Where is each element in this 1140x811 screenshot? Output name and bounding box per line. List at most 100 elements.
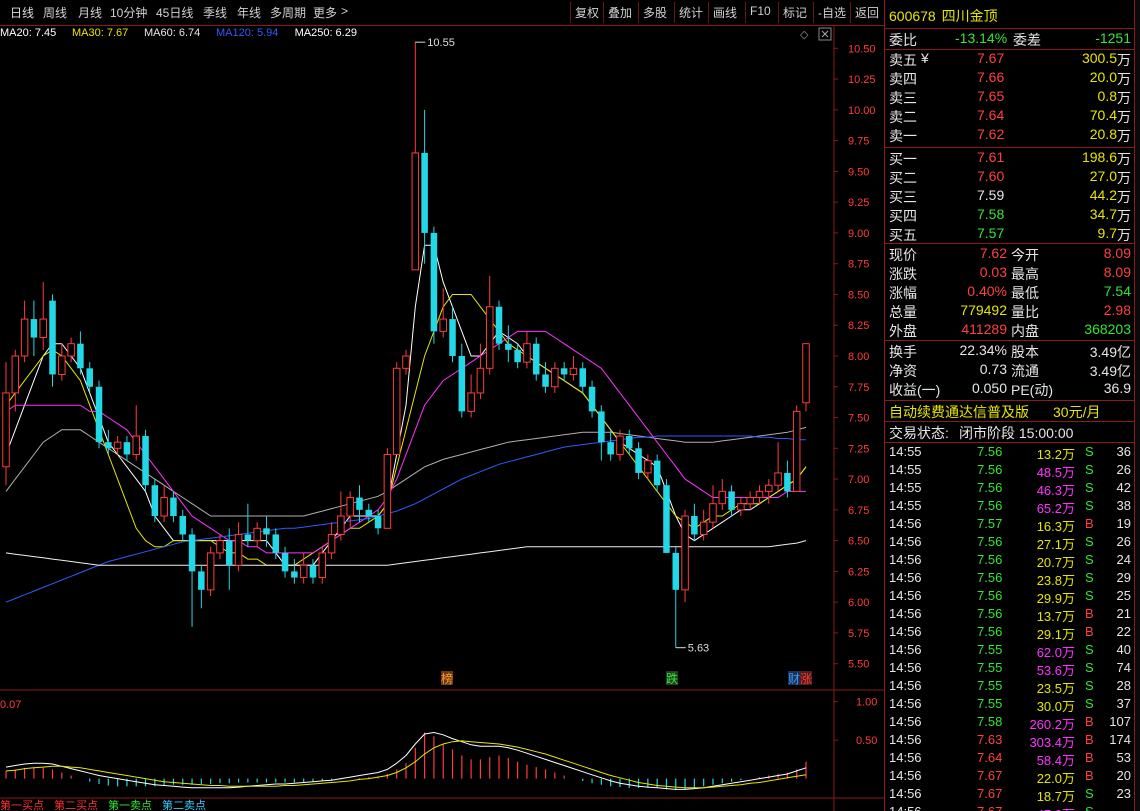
trade-time: 14:56 [889, 642, 922, 657]
period-tab-1[interactable]: 周线 [43, 4, 67, 21]
trade-price: 7.67 [977, 786, 1003, 801]
trade-time: 14:56 [889, 714, 922, 729]
toolbar-button-4[interactable]: 画线 [713, 4, 737, 21]
more-arrow-icon[interactable]: > [341, 4, 348, 18]
stat-row: 总量 779492 量比 2.98 [885, 302, 1134, 321]
trade-side: S [1085, 588, 1094, 603]
trade-time: 14:56 [889, 768, 922, 783]
toolbar-button-2[interactable]: 多股 [643, 4, 667, 21]
period-tab-2[interactable]: 月线 [78, 4, 102, 21]
candle-body [774, 472, 782, 486]
toolbar-button-1[interactable]: 叠加 [608, 4, 632, 21]
ask-volume: 300.5 [1081, 50, 1117, 66]
trade-side: S [1085, 678, 1094, 693]
ma-legend-item: MA20: 7.45 [0, 27, 56, 39]
trade-side: S [1085, 552, 1094, 567]
event-tag[interactable]: 跌 [666, 671, 678, 686]
ask-unit: 万 [1117, 71, 1131, 87]
candle-body [709, 503, 717, 523]
trade-time: 14:55 [889, 462, 922, 477]
indicator-tick-label: 0.50 [856, 735, 877, 747]
price-tick-label: 9.00 [848, 228, 869, 240]
period-tab-3[interactable]: 10分钟 [110, 4, 147, 21]
candle-body [132, 435, 140, 455]
trade-row: 14:56 7.67 22.0万 B 20 [885, 768, 1134, 786]
candle-body [449, 319, 456, 356]
trade-row: 14:56 7.56 13.7万 B 21 [885, 606, 1134, 624]
candle-body [467, 392, 475, 412]
bid-volume: 44.2 [1089, 187, 1117, 203]
toolbar-button-5[interactable]: F10 [750, 4, 771, 18]
toolbar-button-8[interactable]: 返回 [855, 4, 879, 21]
trade-volume: 48.5万 [1036, 465, 1075, 480]
toolbar-button-7[interactable]: -自选 [818, 4, 846, 21]
toolbar-divider [674, 2, 675, 23]
candle-body [598, 411, 605, 443]
trade-row: 14:56 7.63 303.4万 B 174 [885, 732, 1134, 750]
trade-volume: 30.0万 [1036, 699, 1075, 714]
trade-row: 14:56 7.56 29.1万 B 22 [885, 624, 1134, 642]
toolbar-button-3[interactable]: 统计 [679, 4, 703, 21]
trade-count: 40 [1116, 642, 1131, 657]
period-tab-8[interactable]: 更多 [313, 4, 337, 21]
kline-chart[interactable]: 10.50 10.25 10.00 9.75 9.50 9.25 9.00 8.75 8.50 8… [0, 26, 884, 811]
promo-text[interactable]: 自动续费通达信普及版 [889, 402, 1029, 422]
period-tab-6[interactable]: 年线 [237, 4, 261, 21]
trade-price: 7.56 [977, 534, 1003, 549]
stat-label: 涨跌 [889, 266, 917, 282]
diamond-icon: ◇ [800, 29, 809, 41]
trade-count: 23 [1116, 786, 1131, 801]
stat-row: 现价 7.62 今开 8.09 [885, 245, 1134, 264]
candle-body [402, 355, 410, 369]
ma-legend-item: MA30: 7.67 [72, 27, 128, 39]
trade-volume: 23.5万 [1036, 681, 1075, 696]
candle-body [653, 460, 661, 486]
candle-body [532, 343, 540, 375]
toolbar-button-6[interactable]: 标记 [783, 4, 807, 21]
candle-body [542, 374, 549, 387]
period-tab-5[interactable]: 季线 [203, 4, 227, 21]
trade-time: 14:55 [889, 480, 922, 495]
candle-body [691, 516, 698, 535]
trade-row: 14:56 7.56 23.8万 S 29 [885, 570, 1134, 588]
promo-row[interactable]: 自动续费通达信普及版 30元/月 [885, 402, 1134, 421]
trade-row: 14:56 7.56 20.7万 S 24 [885, 552, 1134, 570]
trade-time: 14:56 [889, 516, 922, 531]
kline-chart-area[interactable]: 10.50 10.25 10.00 9.75 9.50 9.25 9.00 8.75 8.50 8… [0, 26, 884, 811]
trade-time: 14:56 [889, 660, 922, 675]
period-tab-4[interactable]: 45日线 [156, 4, 193, 21]
period-tab-0[interactable]: 日线 [10, 4, 34, 21]
ask-price: 7.67 [977, 50, 1005, 66]
candle-body [49, 300, 56, 375]
stock-name[interactable]: 四川金顶 [942, 8, 998, 24]
trade-count: 42 [1116, 480, 1131, 495]
event-tag[interactable]: 财 [788, 672, 800, 686]
trade-row: 14:56 7.67 47.9万 S [885, 804, 1134, 811]
trade-volume: 13.2万 [1036, 447, 1075, 462]
candle-body [318, 552, 327, 579]
candle-body [39, 318, 47, 339]
weibi-label: 委比 [889, 32, 917, 48]
trade-price: 7.67 [977, 804, 1002, 811]
trade-count: 174 [1109, 732, 1131, 747]
event-tag[interactable]: 涨 [800, 671, 812, 686]
trade-count: 28 [1116, 678, 1131, 693]
candle-body [11, 355, 20, 394]
trade-volume: 29.9万 [1036, 591, 1075, 606]
toolbar-button-0[interactable]: 复权 [575, 4, 599, 21]
period-tab-7[interactable]: 多周期 [270, 4, 306, 21]
trade-volume: 260.2万 [1029, 717, 1075, 732]
fundamental-row: 净资 0.73 流通 3.49亿 [885, 361, 1134, 380]
promo-price[interactable]: 30元/月 [1053, 402, 1100, 422]
event-tag[interactable]: 榜 [441, 671, 453, 686]
candle-body [151, 485, 159, 516]
toolbar-divider [638, 2, 639, 23]
candle-body [30, 319, 38, 338]
trade-volume: 27.1万 [1036, 537, 1075, 552]
trade-side: B [1085, 714, 1094, 729]
ask-price: 7.65 [977, 88, 1005, 104]
dif-line [5, 731, 807, 790]
price-tick-label: 7.25 [848, 443, 869, 455]
stat-label: 内盘 [1011, 323, 1039, 339]
candle-body [374, 516, 382, 529]
